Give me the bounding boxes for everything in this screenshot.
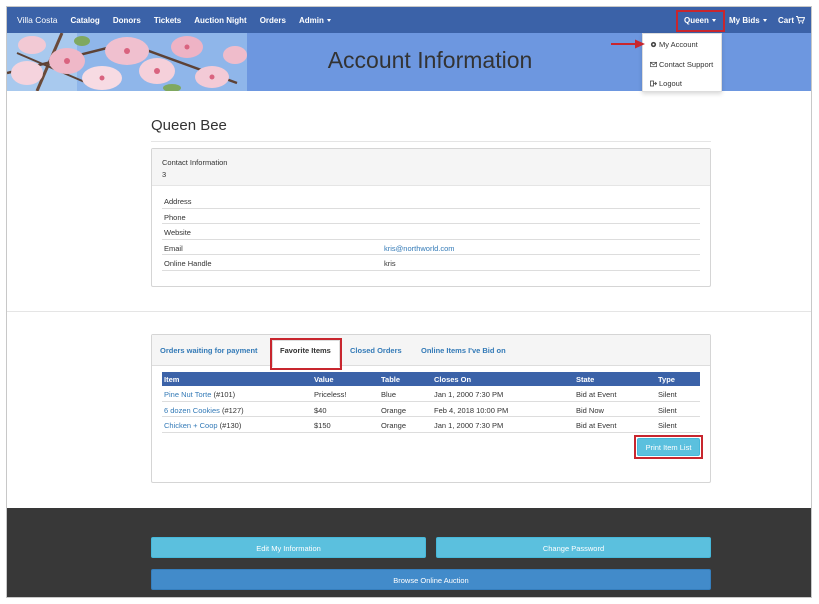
- orders-panel: Orders waiting for payment Favorite Item…: [151, 334, 711, 483]
- tab-orders-waiting[interactable]: Orders waiting for payment: [160, 346, 258, 355]
- nav-admin-dropdown[interactable]: Admin: [299, 16, 331, 25]
- table-header: Item Value Table Closes On State Type: [162, 372, 700, 386]
- menu-item-label: Logout: [659, 79, 682, 88]
- state-cell: Bid Now: [576, 405, 604, 415]
- value-cell: $150: [314, 421, 331, 430]
- table-cell: Blue: [381, 390, 397, 399]
- user-full-name: Queen Bee: [151, 117, 227, 134]
- field-label: Website: [164, 228, 191, 237]
- item-cell: Pine Nut Torte (#101): [164, 390, 235, 399]
- item-link[interactable]: Pine Nut Torte: [164, 390, 211, 399]
- item-link[interactable]: 6 dozen Cookies: [164, 406, 220, 415]
- item-number: (#101): [213, 390, 236, 399]
- nav-cart[interactable]: Cart: [778, 7, 806, 33]
- nav-cart-label: Cart: [778, 15, 795, 25]
- tab-closed-orders[interactable]: Closed Orders: [350, 346, 402, 355]
- logout-icon: [650, 80, 657, 87]
- table-row: Pine Nut Torte (#101) Priceless! Blue Ja…: [162, 386, 700, 402]
- field-label: Online Handle: [164, 259, 212, 268]
- nav-left-group: Villa Costa Catalog Donors Tickets Aucti…: [17, 7, 344, 33]
- column-header: State: [576, 375, 595, 384]
- menu-item-logout[interactable]: Logout: [650, 79, 682, 88]
- column-header: Closes On: [434, 375, 472, 384]
- contact-row-phone: Phone: [162, 209, 700, 224]
- change-password-button[interactable]: Change Password: [436, 537, 711, 558]
- browse-online-auction-button[interactable]: Browse Online Auction: [151, 569, 711, 590]
- field-value: kris: [384, 259, 396, 268]
- contact-number: 3: [162, 170, 167, 179]
- favorite-tab-highlight-box: [270, 338, 342, 370]
- divider: [7, 311, 811, 312]
- orders-tabs: Orders waiting for payment Favorite Item…: [152, 335, 710, 367]
- nav-donors[interactable]: Donors: [113, 16, 141, 25]
- contact-info-panel: Contact Information 3 Address Phone Webs…: [151, 148, 711, 287]
- gear-icon: [650, 41, 657, 48]
- contact-row-address: Address: [162, 193, 700, 209]
- closes-cell: Feb 4, 2018 10:00 PM: [434, 405, 509, 415]
- closes-cell: Jan 1, 2000 7:30 PM: [434, 390, 504, 399]
- email-link[interactable]: kris@northworld.com: [384, 244, 455, 253]
- closes-cell: Jan 1, 2000 7:30 PM: [434, 421, 504, 430]
- nav-orders[interactable]: Orders: [260, 16, 286, 25]
- contact-row-online-handle: Online Handle kris: [162, 255, 700, 271]
- footer-bar: Edit My Information Change Password Brow…: [7, 508, 811, 597]
- value-cell: Priceless!: [314, 390, 347, 399]
- edit-my-information-button[interactable]: Edit My Information: [151, 537, 426, 558]
- browser-frame: Villa Costa Catalog Donors Tickets Aucti…: [6, 6, 812, 598]
- user-dropdown-menu: My Account Contact Support Logout: [642, 33, 722, 92]
- cart-icon: [796, 16, 806, 24]
- user-highlight-box: [676, 10, 725, 32]
- annotation-arrow-icon: [611, 39, 645, 49]
- menu-item-label: Contact Support: [659, 60, 714, 69]
- column-header: Value: [314, 375, 334, 384]
- caret-down-icon: [762, 18, 767, 22]
- field-label: Phone: [164, 212, 186, 222]
- top-navbar: Villa Costa Catalog Donors Tickets Aucti…: [7, 7, 811, 33]
- envelope-icon: [650, 61, 657, 68]
- value-cell: $40: [314, 405, 327, 415]
- caret-down-icon: [326, 18, 331, 22]
- item-cell: Chicken + Coop (#130): [164, 421, 241, 430]
- item-number: (#127): [221, 405, 244, 415]
- print-button-highlight-box: [634, 435, 703, 459]
- column-header: Table: [381, 375, 401, 384]
- menu-item-label: My Account: [659, 40, 698, 49]
- table-cell: Orange: [381, 405, 407, 415]
- nav-my-bids-label: My Bids: [729, 15, 760, 25]
- nav-catalog[interactable]: Catalog: [70, 16, 99, 25]
- brand-link[interactable]: Villa Costa: [17, 15, 57, 25]
- field-label: Address: [164, 197, 192, 206]
- field-label: Email: [164, 243, 183, 253]
- item-cell: 6 dozen Cookies (#127): [164, 406, 244, 415]
- nav-my-bids-dropdown[interactable]: My Bids: [729, 7, 767, 33]
- nav-auction-night[interactable]: Auction Night: [194, 16, 246, 25]
- column-header: Type: [658, 375, 675, 384]
- nav-tickets[interactable]: Tickets: [154, 16, 181, 25]
- table-row: 6 dozen Cookies (#127) $40 Orange Feb 4,…: [162, 402, 700, 417]
- contact-row-email: Email kris@northworld.com: [162, 240, 700, 255]
- state-cell: Bid at Event: [576, 390, 617, 399]
- table-row: Chicken + Coop (#130) $150 Orange Jan 1,…: [162, 417, 700, 433]
- type-cell: Silent: [658, 421, 677, 430]
- table-cell: Orange: [381, 421, 407, 430]
- favorites-table: Item Value Table Closes On State Type Pi…: [162, 372, 700, 433]
- nav-admin-label: Admin: [298, 15, 324, 25]
- type-cell: Silent: [658, 390, 677, 399]
- contact-panel-header: Contact Information 3: [152, 149, 710, 186]
- contact-row-website: Website: [162, 224, 700, 240]
- item-link[interactable]: Chicken + Coop: [164, 421, 218, 430]
- tab-online-items-bid[interactable]: Online Items I've Bid on: [421, 346, 506, 355]
- item-number: (#130): [219, 421, 242, 430]
- menu-item-my-account[interactable]: My Account: [650, 40, 698, 49]
- contact-title: Contact Information: [162, 158, 228, 167]
- divider: [151, 141, 711, 142]
- menu-item-contact-support[interactable]: Contact Support: [650, 60, 713, 69]
- type-cell: Silent: [658, 405, 677, 415]
- column-header: Item: [164, 375, 180, 384]
- contact-table: Address Phone Website Email kris@northwo…: [162, 193, 700, 271]
- state-cell: Bid at Event: [576, 421, 617, 430]
